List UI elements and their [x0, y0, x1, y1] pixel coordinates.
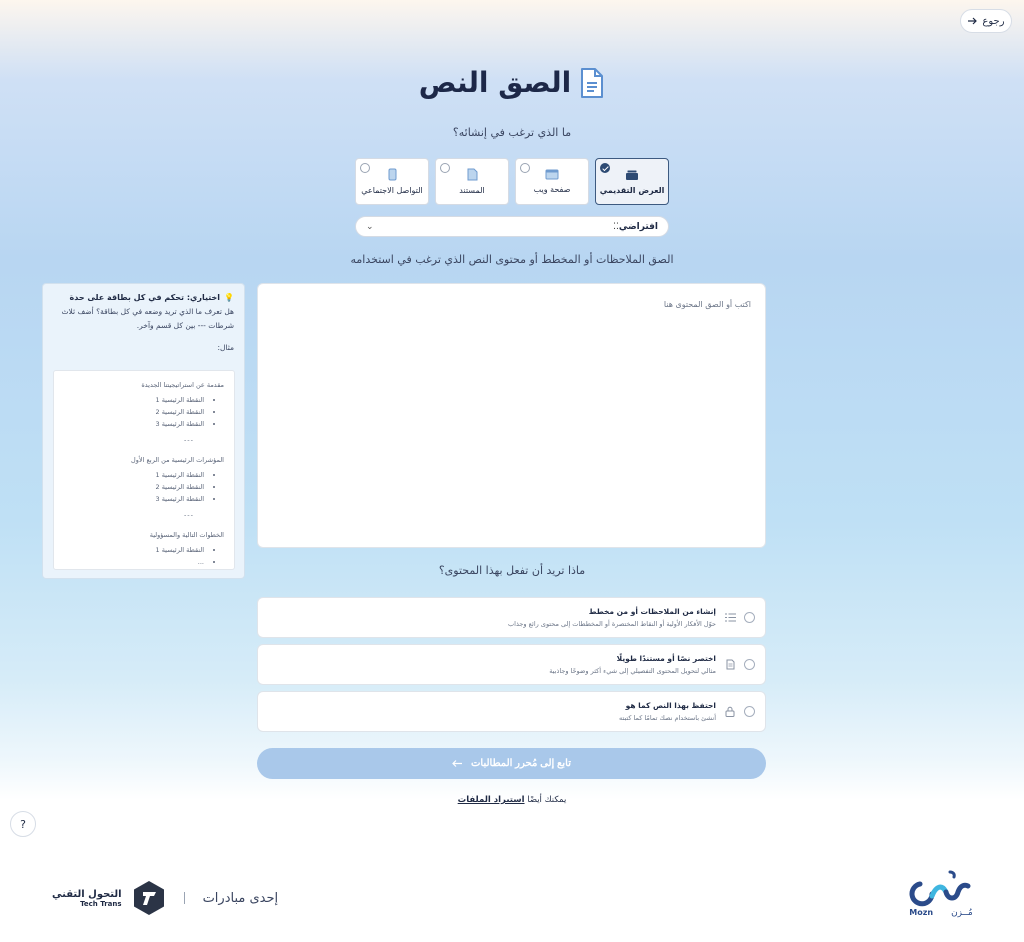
theme-select[interactable]: افتراضي ⁚⁚ ⌄: [355, 216, 669, 237]
example-heading: الخطوات التالية والمسؤولية: [149, 531, 224, 539]
option-generate[interactable]: إنشاء من الملاحظات أو من مخطط حوّل الأفك…: [257, 597, 766, 638]
option-title: اختصر نصًا أو مستندًا طويلًا: [616, 654, 716, 663]
option-title: احتفظ بهذا النص كما هو: [625, 701, 716, 710]
option-condense[interactable]: اختصر نصًا أو مستندًا طويلًا مثالي لتحوي…: [257, 644, 766, 685]
lock-icon: [724, 706, 736, 718]
initiative-text: إحدى مبادرات: [202, 890, 279, 906]
continue-label: تابع إلى مُحرر المطالبات: [471, 758, 571, 769]
example-point: النقطة الرئيسية 1: [64, 394, 204, 406]
example-point: النقطة الرئيسية 2: [64, 406, 204, 418]
webpage-icon: [545, 169, 559, 180]
radio-icon: [520, 163, 530, 173]
content-textarea[interactable]: [257, 283, 766, 548]
type-document[interactable]: المستند: [435, 158, 509, 205]
radio-icon: [440, 163, 450, 173]
example-point: النقطة الرئيسية 2: [64, 481, 204, 493]
phone-icon: [388, 168, 396, 181]
arrow-left-icon: [452, 760, 463, 767]
tech-trans-logo-icon: [133, 881, 164, 915]
type-social[interactable]: التواصل الاجتماعي: [355, 158, 429, 205]
type-label: صفحة ويب: [533, 185, 571, 194]
mozn-en: Mozn: [909, 908, 934, 917]
back-label: رجوع: [982, 15, 1005, 27]
theme-grip-icon: ⁚⁚: [613, 221, 619, 232]
tip-panel: 💡 اختياري: تحكم في كل بطاقة على حدة هل ت…: [42, 283, 245, 579]
selected-check-icon: [600, 163, 610, 173]
option-desc: أنشئ باستخدام نصك تمامًا كما كتبته: [618, 714, 716, 722]
example-section: الخطوات التالية والمسؤولية النقطة الرئيس…: [64, 531, 224, 568]
tip-body: هل تعرف ما الذي تريد وضعه في كل بطاقة؟ أ…: [61, 307, 235, 330]
import-prefix: يمكنك أيضًا: [527, 795, 567, 805]
example-point: النقطة الرئيسية 1: [64, 469, 204, 481]
action-options: إنشاء من الملاحظات أو من مخطط حوّل الأفك…: [257, 597, 766, 738]
page-subtitle: ما الذي ترغب في إنشائه؟: [452, 126, 572, 139]
radio-icon: [744, 612, 755, 623]
example-point: النقطة الرئيسية 1: [64, 544, 204, 556]
document-icon: [467, 168, 477, 181]
example-section: المؤشرات الرئيسية من الربع الأول النقطة …: [64, 456, 224, 521]
mozn-logo-icon: [909, 870, 971, 907]
tech-trans-ar: التحول التقني: [52, 888, 122, 900]
doc-lines-icon: [724, 659, 736, 671]
mozn-logo: Mozn مُــزن: [905, 864, 977, 926]
continue-button[interactable]: تابع إلى مُحرر المطالبات: [257, 748, 766, 779]
tip-title: 💡 اختياري: تحكم في كل بطاقة على حدة: [53, 293, 234, 302]
radio-icon: [360, 163, 370, 173]
option-title: إنشاء من الملاحظات أو من مخطط: [588, 607, 716, 616]
type-label: المستند: [459, 186, 485, 195]
document-icon: [581, 67, 604, 98]
type-label: التواصل الاجتماعي: [361, 186, 423, 195]
lightbulb-icon: 💡: [224, 293, 234, 302]
example-point: النقطة الرئيسية 3: [64, 493, 204, 505]
footer-brand: التحول التقني Tech Trans إحدى مبادرات: [52, 880, 278, 916]
tip-example-label: مثال:: [217, 343, 234, 352]
page-title: الصق النص: [418, 66, 572, 99]
type-label: العرض التقديمي: [599, 185, 665, 195]
help-label: ?: [20, 817, 26, 831]
mozn-ar: مُــزن: [951, 908, 973, 918]
option-preserve[interactable]: احتفظ بهذا النص كما هو أنشئ باستخدام نصك…: [257, 691, 766, 732]
radio-icon: [744, 659, 755, 670]
example-heading: مقدمة عن استراتيجيتنا الجديدة: [141, 381, 224, 389]
page-header: الصق النص: [0, 66, 1024, 99]
example-heading: المؤشرات الرئيسية من الربع الأول: [131, 456, 224, 464]
tip-title-text: اختياري: تحكم في كل بطاقة على حدة: [69, 293, 221, 302]
layers-icon: [626, 170, 638, 180]
import-files-row: يمكنك أيضًا استيراد الملفات: [0, 795, 1024, 805]
import-files-link[interactable]: استيراد الملفات: [458, 795, 525, 805]
option-desc: حوّل الأفكار الأولية أو النقاط المختصرة …: [508, 620, 716, 628]
type-webpage[interactable]: صفحة ويب: [515, 158, 589, 205]
theme-value: افتراضي: [618, 221, 658, 232]
example-separator: ---: [183, 436, 194, 444]
tip-example-box: مقدمة عن استراتيجيتنا الجديدة النقطة الر…: [53, 370, 235, 570]
tech-trans-en: Tech Trans: [80, 899, 122, 908]
example-separator: ---: [183, 511, 194, 519]
action-question: ماذا تريد أن تفعل بهذا المحتوى؟: [0, 564, 1024, 577]
list-icon: [724, 612, 736, 624]
radio-icon: [744, 706, 755, 717]
arrow-right-icon: [968, 17, 978, 25]
option-desc: مثالي لتحويل المحتوى التفصيلي إلى شيء أك…: [549, 667, 716, 675]
example-section: مقدمة عن استراتيجيتنا الجديدة النقطة الر…: [64, 381, 224, 446]
tech-trans-wordmark: التحول التقني Tech Trans: [52, 889, 122, 908]
action-question-text: ماذا تريد أن تفعل بهذا المحتوى؟: [438, 564, 586, 577]
footer-divider: [183, 892, 185, 904]
help-button[interactable]: ?: [10, 811, 36, 837]
content-type-selector: العرض التقديمي صفحة ويب المستند التواصل …: [355, 158, 669, 206]
chevron-down-icon: ⌄: [366, 221, 374, 232]
type-presentation[interactable]: العرض التقديمي: [595, 158, 669, 205]
example-point: النقطة الرئيسية 3: [64, 418, 204, 430]
paste-label: الصق الملاحظات أو المخطط أو محتوى النص ا…: [350, 253, 674, 266]
back-button[interactable]: رجوع: [960, 9, 1012, 33]
